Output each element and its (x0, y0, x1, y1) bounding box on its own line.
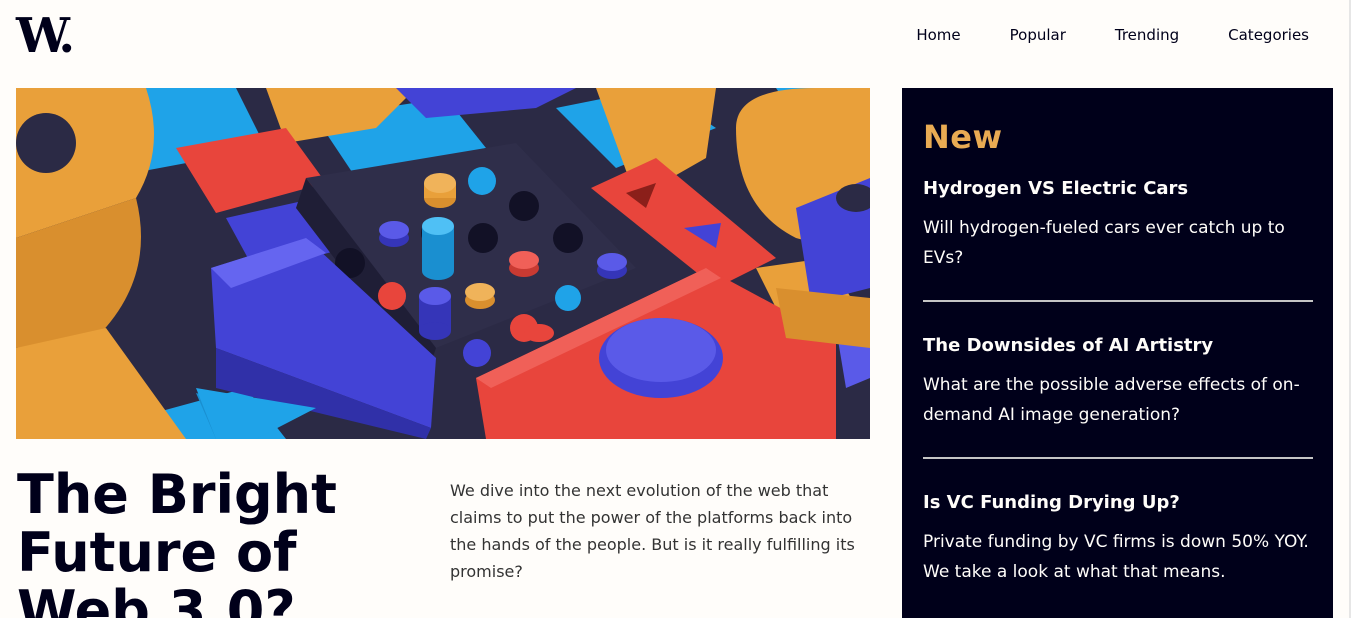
abstract-blocks-illustration (16, 88, 870, 439)
nav-categories[interactable]: Categories (1228, 26, 1309, 44)
nav-home[interactable]: Home (916, 26, 960, 44)
divider (923, 300, 1313, 302)
sidebar-article: The Downsides of AI Artistry What are th… (923, 335, 1313, 430)
hero-image (16, 88, 870, 439)
sidebar-heading: New (923, 118, 1003, 156)
sidebar-article-title[interactable]: Is VC Funding Drying Up? (923, 492, 1313, 513)
site-logo[interactable]: W. (16, 8, 75, 64)
divider (923, 457, 1313, 459)
sidebar-article-summary: What are the possible adverse effects of… (923, 375, 1300, 425)
page: W. Home Popular Trending Categories The … (0, 0, 1351, 618)
sidebar-article: Hydrogen VS Electric Cars Will hydrogen-… (923, 178, 1313, 273)
nav-popular[interactable]: Popular (1010, 26, 1066, 44)
sidebar-article: Is VC Funding Drying Up? Private funding… (923, 492, 1313, 587)
main-nav: Home Popular Trending Categories (916, 26, 1309, 44)
new-articles-sidebar: New Hydrogen VS Electric Cars Will hydro… (902, 88, 1333, 618)
article-title[interactable]: The Bright Future of Web 3.0? (17, 466, 357, 618)
nav-trending[interactable]: Trending (1115, 26, 1179, 44)
sidebar-article-summary: Will hydrogen-fueled cars ever catch up … (923, 218, 1285, 268)
sidebar-article-title[interactable]: Hydrogen VS Electric Cars (923, 178, 1313, 199)
site-header: W. Home Popular Trending Categories (0, 0, 1351, 80)
sidebar-article-title[interactable]: The Downsides of AI Artistry (923, 335, 1313, 356)
article-lede: We dive into the next evolution of the w… (450, 481, 855, 581)
sidebar-article-summary: Private funding by VC firms is down 50% … (923, 532, 1309, 582)
